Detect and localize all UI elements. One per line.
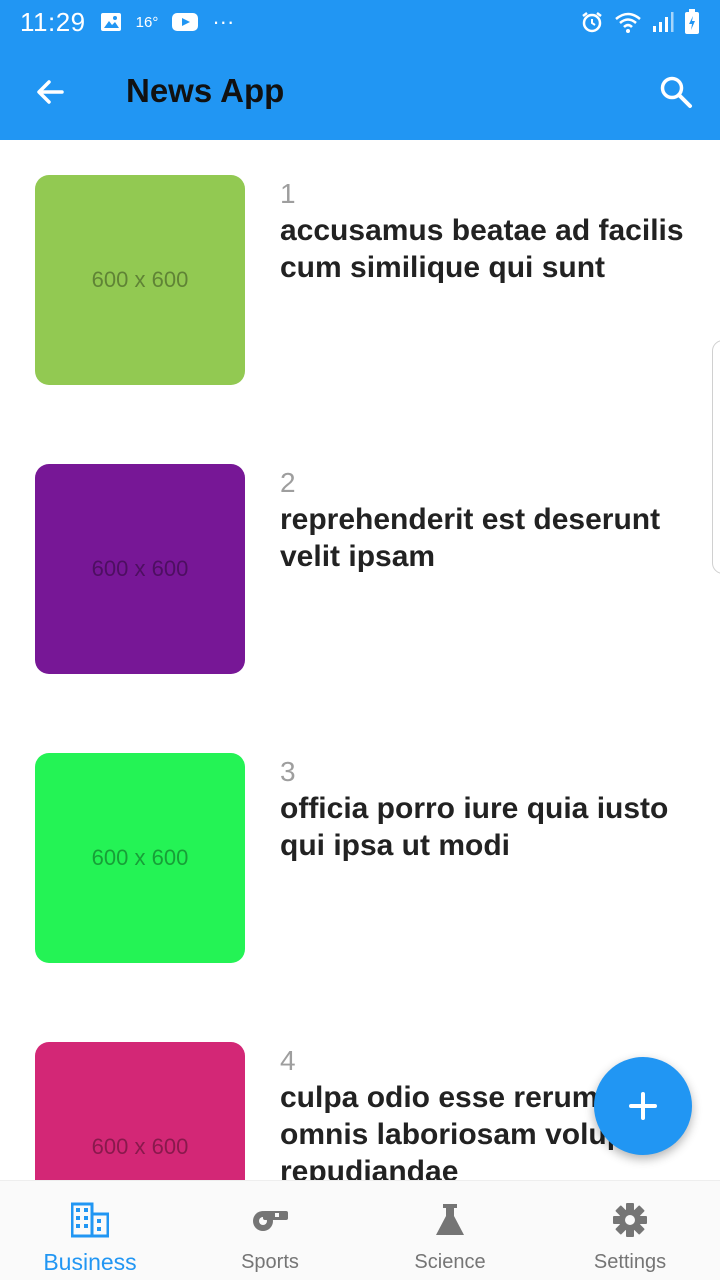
thumbnail-label: 600 x 600 [91,845,189,870]
back-button[interactable] [28,70,72,114]
news-number: 1 [280,178,296,209]
status-bar: 11:29 16° ··· [0,0,720,44]
status-more: ··· [212,9,235,34]
scroll-edge-indicator[interactable] [712,340,720,574]
youtube-icon [172,12,199,32]
bottom-navigation: Business Sports Science Settings [0,1180,720,1280]
thumbnail-label: 600 x 600 [91,556,189,581]
business-icon [71,1201,109,1239]
nav-label-business: Business [43,1249,137,1275]
news-item[interactable]: 600 x 600 1 accusamus beatae ad facilis … [0,140,720,429]
gallery-icon [100,12,122,32]
alarm-icon [580,10,604,34]
news-number: 4 [280,1045,296,1076]
news-title: reprehenderit est deserunt velit ipsam [280,503,661,573]
app-title: News App [126,72,285,109]
nav-item-settings[interactable]: Settings [540,1181,720,1280]
search-icon [660,76,692,108]
nav-item-business[interactable]: Business [0,1181,180,1280]
arrow-back-icon [37,80,64,104]
flask-icon [431,1201,469,1239]
signal-icon [652,11,674,33]
nav-label-science: Science [414,1251,486,1273]
gear-icon [611,1201,649,1239]
whistle-icon [251,1201,289,1239]
news-title: officia porro iure quia iusto qui ipsa u… [280,792,669,862]
news-number: 2 [280,467,296,498]
news-thumbnail: 600 x 600 [35,175,245,385]
thumbnail-label: 600 x 600 [91,1134,189,1159]
plus-icon [629,1092,657,1120]
news-thumbnail: 600 x 600 [35,1042,245,1180]
news-thumbnail: 600 x 600 [35,464,245,674]
news-list[interactable]: 600 x 600 1 accusamus beatae ad facilis … [0,140,720,1180]
search-button[interactable] [654,70,698,114]
nav-label-settings: Settings [593,1251,667,1273]
nav-item-science[interactable]: Science [360,1181,540,1280]
nav-item-sports[interactable]: Sports [180,1181,360,1280]
add-button[interactable] [594,1057,692,1155]
battery-icon [684,9,700,35]
thumbnail-label: 600 x 600 [91,267,189,292]
nav-label-sports: Sports [241,1251,299,1273]
news-title: accusamus beatae ad facilis cum similiqu… [280,214,684,284]
news-item[interactable]: 600 x 600 3 officia porro iure quia iust… [0,718,720,1007]
wifi-icon [614,10,642,34]
screen: 11:29 16° ··· News App 600 x 600 1 accus… [0,0,720,1280]
news-item[interactable]: 600 x 600 2 reprehenderit est deserunt v… [0,429,720,718]
news-number: 3 [280,756,296,787]
news-thumbnail: 600 x 600 [35,753,245,963]
status-temp: 16° [135,13,159,31]
app-bar: News App [0,44,720,140]
status-time: 11:29 [20,6,86,37]
